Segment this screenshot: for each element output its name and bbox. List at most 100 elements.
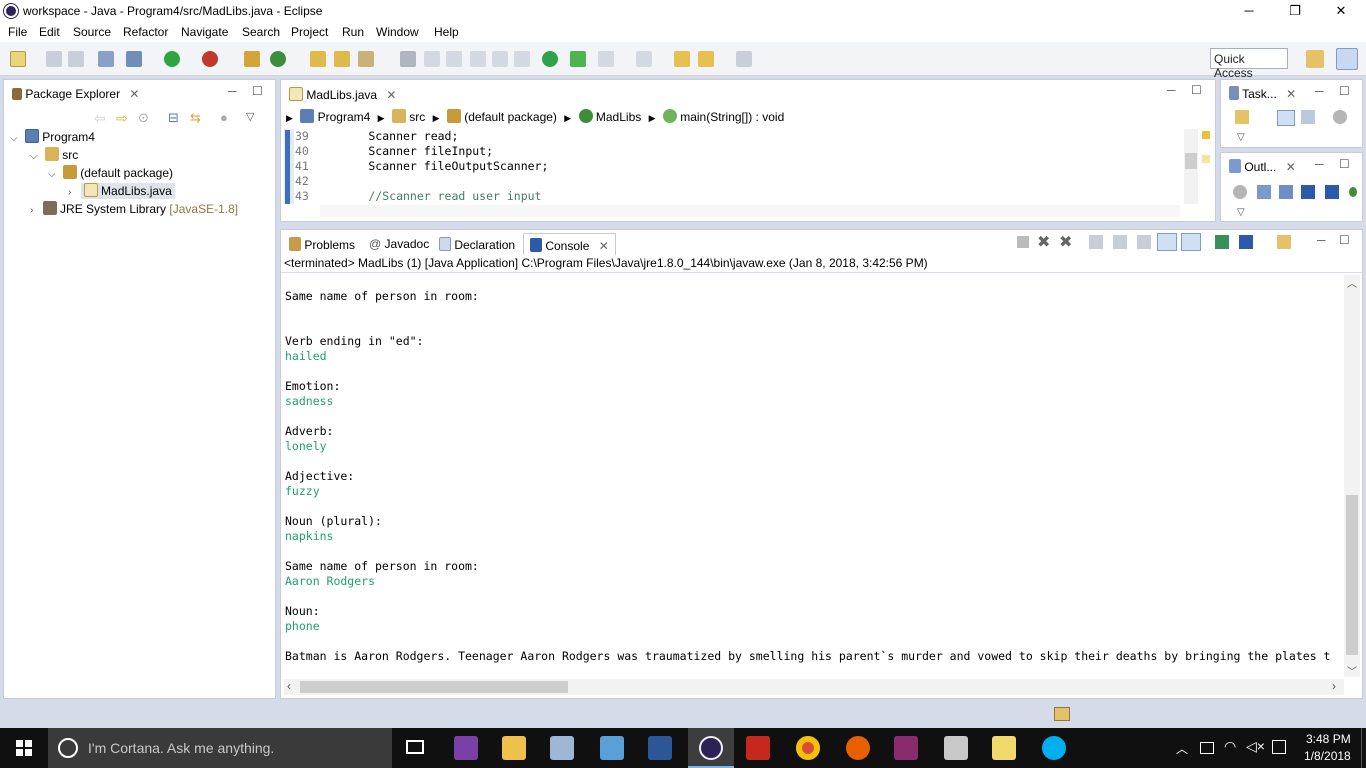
breadcrumb-project[interactable]: Program4 xyxy=(318,110,371,124)
chevron-right-icon[interactable]: ▶ xyxy=(649,113,656,123)
firefox-icon[interactable] xyxy=(846,736,870,760)
maximize-view-icon[interactable]: ☐ xyxy=(1339,157,1350,171)
new-java-project-icon[interactable] xyxy=(244,51,260,67)
minimize-view-icon[interactable]: ─ xyxy=(1315,157,1324,171)
link-with-editor-icon[interactable]: ⇆ xyxy=(190,110,201,126)
background-tasks-icon[interactable] xyxy=(1054,707,1070,721)
skype-icon[interactable] xyxy=(1042,736,1066,760)
external-tools-icon[interactable] xyxy=(202,51,218,67)
block-selection-icon[interactable] xyxy=(446,51,462,67)
scheduled-icon[interactable] xyxy=(1301,110,1315,124)
menu-refactor[interactable]: Refactor xyxy=(123,25,168,39)
breadcrumb-class[interactable]: MadLibs xyxy=(596,110,641,124)
breadcrumb-src[interactable]: src xyxy=(409,110,425,124)
view-menu-icon[interactable]: ▽ xyxy=(1237,207,1245,218)
code-line[interactable]: Scanner read; xyxy=(313,129,458,143)
scroll-lock-icon[interactable] xyxy=(1113,235,1127,249)
focus-icon[interactable]: ● xyxy=(220,110,228,125)
chevron-down-icon[interactable]: ⌵ xyxy=(48,169,56,180)
chevron-right-icon[interactable]: ▶ xyxy=(286,113,293,123)
maximize-button[interactable]: ❐ xyxy=(1272,0,1318,22)
clock-date[interactable]: 1/8/2018 xyxy=(1304,749,1351,763)
scrollbar-thumb[interactable] xyxy=(1346,495,1358,655)
coverage-icon[interactable] xyxy=(570,51,586,67)
new-icon[interactable] xyxy=(10,51,26,67)
scrollbar-thumb[interactable] xyxy=(300,681,568,693)
debug-icon[interactable] xyxy=(126,51,142,67)
tab-javadoc[interactable]: @ Javadoc xyxy=(363,233,435,255)
annotation-icon[interactable] xyxy=(400,51,416,67)
close-icon[interactable]: ✕ xyxy=(1286,160,1296,174)
show-on-stdout-icon[interactable] xyxy=(1157,233,1177,251)
windows-start-icon[interactable] xyxy=(16,740,32,756)
open-resource-icon[interactable] xyxy=(334,51,350,67)
code-line[interactable]: Scanner fileInput; xyxy=(313,144,493,158)
cortana-search-box[interactable]: I'm Cortana. Ask me anything. xyxy=(48,728,392,768)
chevron-right-icon[interactable]: › xyxy=(68,187,71,198)
editor-vertical-scrollbar[interactable] xyxy=(1184,129,1198,204)
save-all-icon[interactable] xyxy=(68,51,84,67)
forward-icon[interactable] xyxy=(736,51,752,67)
maximize-view-icon[interactable]: ☐ xyxy=(1191,83,1202,97)
open-perspective-icon[interactable] xyxy=(1306,50,1324,68)
menu-edit[interactable]: Edit xyxy=(39,25,60,39)
sticky-notes-icon[interactable] xyxy=(992,736,1016,760)
volume-muted-icon[interactable]: ◁× xyxy=(1246,738,1265,755)
focus-icon[interactable] xyxy=(1333,110,1347,124)
console-horizontal-scrollbar[interactable]: ‹ › xyxy=(284,679,1344,695)
categorize-icon[interactable] xyxy=(1277,110,1295,126)
open-console-icon[interactable] xyxy=(1277,235,1291,249)
breakpoint-icon[interactable] xyxy=(542,51,558,67)
maximize-view-icon[interactable]: ☐ xyxy=(1339,233,1350,247)
skip-breakpoints-icon[interactable] xyxy=(98,51,114,67)
close-icon[interactable]: ✕ xyxy=(599,239,609,253)
file-explorer-icon[interactable] xyxy=(502,736,526,760)
menu-help[interactable]: Help xyxy=(434,25,459,39)
forward-arrow-icon[interactable]: ⇨ xyxy=(116,110,128,127)
close-icon[interactable]: ✕ xyxy=(1286,87,1296,101)
close-button[interactable]: ✕ xyxy=(1318,0,1364,22)
tab-madlibs-java[interactable]: MadLibs.java ✕ xyxy=(283,83,403,105)
previous-annotation-icon[interactable] xyxy=(636,51,652,67)
hide-fields-icon[interactable] xyxy=(1301,185,1315,199)
remove-launch-icon[interactable]: ✖ xyxy=(1037,232,1050,252)
tree-item-program4[interactable]: ⌵ Program4 xyxy=(10,129,95,144)
menu-project[interactable]: Project xyxy=(291,25,328,39)
winrar-icon[interactable] xyxy=(894,736,918,760)
word-icon[interactable] xyxy=(648,736,672,760)
quick-access-input[interactable]: Quick Access xyxy=(1210,48,1288,80)
maximize-view-icon[interactable]: ☐ xyxy=(252,84,263,98)
last-edit-icon[interactable] xyxy=(674,51,690,67)
word-wrap-icon[interactable] xyxy=(1137,235,1151,249)
onenote-icon[interactable] xyxy=(454,736,478,760)
search-icon[interactable] xyxy=(358,51,374,67)
console-vertical-scrollbar[interactable]: ︿ ﹀ xyxy=(1344,275,1360,678)
show-whitespace-icon[interactable] xyxy=(492,51,508,67)
hide-nonpublic-icon[interactable] xyxy=(1349,187,1357,197)
editor-horizontal-scrollbar[interactable] xyxy=(320,205,1180,217)
task-view-icon[interactable] xyxy=(406,740,424,754)
view-menu-icon[interactable]: ▽ xyxy=(1237,132,1245,143)
chevron-right-icon[interactable]: ▶ xyxy=(378,113,385,123)
minimize-view-icon[interactable]: ─ xyxy=(1167,83,1176,97)
action-center-icon[interactable] xyxy=(1272,740,1286,754)
menu-search[interactable]: Search xyxy=(242,25,280,39)
save-icon[interactable] xyxy=(46,51,62,67)
collapse-all-icon[interactable] xyxy=(1257,185,1271,199)
hide-static-icon[interactable] xyxy=(1325,185,1339,199)
scroll-up-icon[interactable]: ︿ xyxy=(1347,275,1357,290)
scrollbar-thumb[interactable] xyxy=(1185,153,1197,169)
scroll-down-icon[interactable]: ﹀ xyxy=(1347,663,1357,678)
pin-console-icon[interactable] xyxy=(1215,235,1229,249)
back-arrow-icon[interactable]: ⇦ xyxy=(94,110,106,127)
chevron-right-icon[interactable]: ▶ xyxy=(433,113,440,123)
wifi-icon[interactable]: ◠ xyxy=(1224,738,1236,755)
maximize-view-icon[interactable]: ☐ xyxy=(1339,84,1350,98)
overview-marker[interactable] xyxy=(1202,155,1210,163)
java-perspective-icon[interactable] xyxy=(1336,48,1358,70)
chevron-down-icon[interactable]: ⌵ xyxy=(30,151,38,162)
paragraph-icon[interactable] xyxy=(514,51,530,67)
view-menu-icon[interactable]: ▽ xyxy=(246,110,254,123)
paint-icon[interactable] xyxy=(550,736,574,760)
up-icon[interactable]: ⊙ xyxy=(138,110,149,126)
